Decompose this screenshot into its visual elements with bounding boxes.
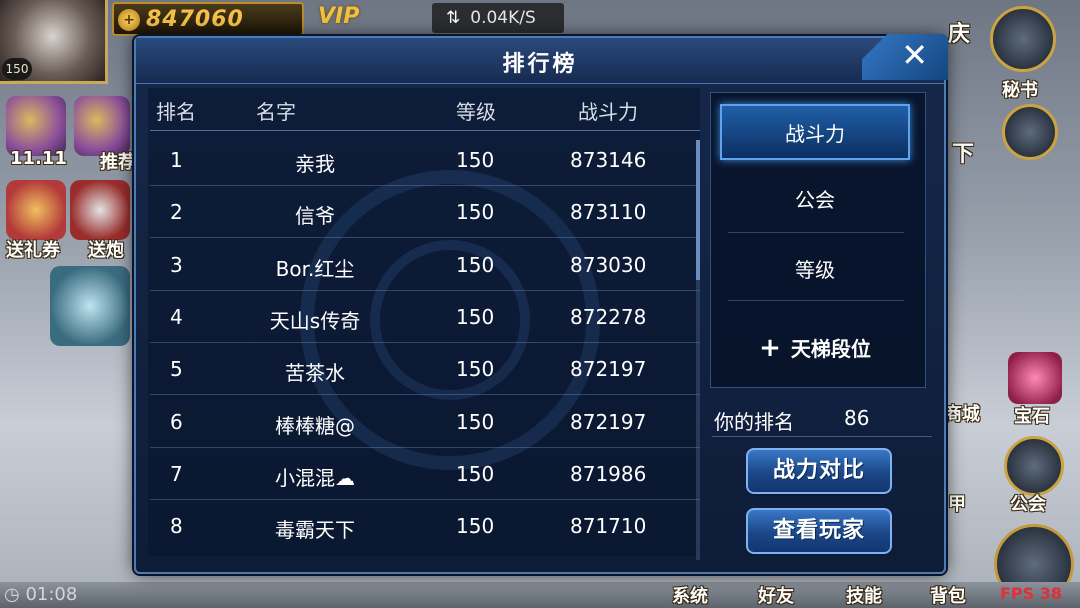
- player-level-badge: 150: [2, 58, 32, 80]
- guild-icon[interactable]: [1004, 436, 1064, 496]
- bottom-friends[interactable]: 好友: [758, 582, 794, 608]
- row-power: 872197: [570, 357, 647, 381]
- gift-box-icon[interactable]: [6, 96, 66, 156]
- gold-coin-icon: +: [118, 9, 140, 31]
- side-label-recommend: 推荐: [100, 152, 136, 173]
- row-name: 棒棒糖@: [275, 414, 355, 438]
- row-name: 毒霸天下: [275, 518, 355, 542]
- row-level: 150: [456, 200, 495, 224]
- view-player-button[interactable]: 查看玩家: [746, 508, 892, 554]
- row-level: 150: [456, 410, 495, 434]
- timer-label: ◷ 01:08: [4, 584, 78, 605]
- my-rank-value: 86: [844, 406, 870, 430]
- table-row[interactable]: 5 苦茶水 150 872197: [150, 343, 700, 395]
- table-row[interactable]: 8 毒霸天下 150 871710: [150, 500, 700, 552]
- row-level: 150: [456, 514, 495, 538]
- row-power: 873146: [570, 148, 647, 172]
- gold-display: + 847060: [112, 2, 304, 36]
- side-label-download: 下: [952, 142, 975, 167]
- row-level: 150: [456, 462, 495, 486]
- close-button[interactable]: ✕: [862, 34, 948, 80]
- table-row[interactable]: 3 Bor.红尘 150 873030: [150, 239, 700, 291]
- network-speed: ⇅ 0.04K/S: [432, 3, 564, 33]
- tab-power[interactable]: 战斗力: [720, 104, 910, 160]
- my-rank-label: 你的排名: [714, 410, 794, 434]
- column-header-rank: 排名: [156, 100, 196, 124]
- row-level: 150: [456, 305, 495, 329]
- side-label-armor: 甲: [948, 494, 966, 515]
- mech-icon[interactable]: [50, 266, 130, 346]
- row-rank: 1: [170, 148, 183, 172]
- row-level: 150: [456, 148, 495, 172]
- row-name: 亲我: [295, 152, 335, 176]
- row-rank: 4: [170, 305, 183, 329]
- row-rank: 8: [170, 514, 183, 538]
- table-row[interactable]: 4 天山s传奇 150 872278: [150, 291, 700, 343]
- row-name: Bor.红尘: [275, 257, 355, 281]
- fps-label: FPS 38: [1000, 584, 1063, 603]
- vip-badge[interactable]: VIP: [318, 4, 359, 29]
- table-row[interactable]: 7 小混混☁ 150 871986: [150, 448, 700, 500]
- bottom-system[interactable]: 系统: [672, 582, 708, 608]
- row-level: 150: [456, 357, 495, 381]
- bottom-bar: [0, 582, 1080, 608]
- side-label-celebrate: 庆: [948, 22, 971, 47]
- plus-icon: +: [759, 333, 781, 363]
- cannon-icon[interactable]: [70, 180, 130, 240]
- row-power: 871986: [570, 462, 647, 486]
- row-name: 苦茶水: [285, 361, 345, 385]
- tab-level[interactable]: 等级: [720, 242, 910, 298]
- tab-divider: [728, 300, 904, 301]
- row-name: 天山s传奇: [269, 309, 361, 333]
- row-power: 873110: [570, 200, 647, 224]
- table-row[interactable]: 1 亲我 150 873146: [150, 134, 700, 186]
- table-scrollbar-thumb[interactable]: [696, 140, 700, 280]
- side-label-voucher: 送礼券: [6, 240, 60, 261]
- row-power: 871710: [570, 514, 647, 538]
- tab-ladder-label: 天梯段位: [790, 337, 871, 361]
- column-header-power: 战斗力: [578, 100, 638, 124]
- row-rank: 2: [170, 200, 183, 224]
- secretary-icon[interactable]: [990, 6, 1056, 72]
- close-icon: ✕: [901, 36, 928, 74]
- side-label-1111: 11.11: [10, 148, 67, 169]
- network-speed-value: 0.04K/S: [470, 8, 536, 28]
- compare-power-button[interactable]: 战力对比: [746, 448, 892, 494]
- row-rank: 7: [170, 462, 183, 486]
- header-divider: [150, 130, 700, 131]
- column-header-level: 等级: [456, 100, 496, 124]
- gem-icon[interactable]: [1008, 352, 1062, 404]
- row-power: 873030: [570, 253, 647, 277]
- transfer-arrows-icon: ⇅: [446, 8, 461, 28]
- tab-divider: [728, 232, 904, 233]
- row-rank: 6: [170, 410, 183, 434]
- row-rank: 5: [170, 357, 183, 381]
- column-header-name: 名字: [256, 100, 296, 124]
- side-label-secretary: 秘书: [1002, 80, 1038, 101]
- row-power: 872197: [570, 410, 647, 434]
- timer-value: 01:08: [25, 584, 78, 605]
- tab-guild[interactable]: 公会: [720, 172, 910, 228]
- row-level: 150: [456, 253, 495, 277]
- tab-ladder[interactable]: + 天梯段位: [720, 320, 910, 376]
- speaker-icon[interactable]: [1002, 104, 1058, 160]
- my-rank-divider: [712, 436, 932, 437]
- table-row[interactable]: 2 信爷 150 873110: [150, 186, 700, 238]
- bottom-skills[interactable]: 技能: [846, 582, 882, 608]
- gold-value: 847060: [146, 7, 244, 32]
- side-label-guild: 公会: [1010, 494, 1046, 515]
- row-name: 小混混☁: [275, 466, 355, 490]
- table-row[interactable]: 6 棒棒糖@ 150 872197: [150, 396, 700, 448]
- recommend-icon[interactable]: [74, 96, 130, 156]
- voucher-icon[interactable]: [6, 180, 66, 240]
- side-label-gem: 宝石: [1014, 406, 1050, 427]
- side-label-cannon: 送炮: [88, 240, 124, 261]
- row-name: 信爷: [295, 204, 335, 228]
- bottom-backpack[interactable]: 背包: [930, 582, 966, 608]
- row-power: 872278: [570, 305, 647, 329]
- side-label-shop: 商城: [944, 404, 980, 425]
- dialog-title: 排行榜: [502, 52, 578, 77]
- row-rank: 3: [170, 253, 183, 277]
